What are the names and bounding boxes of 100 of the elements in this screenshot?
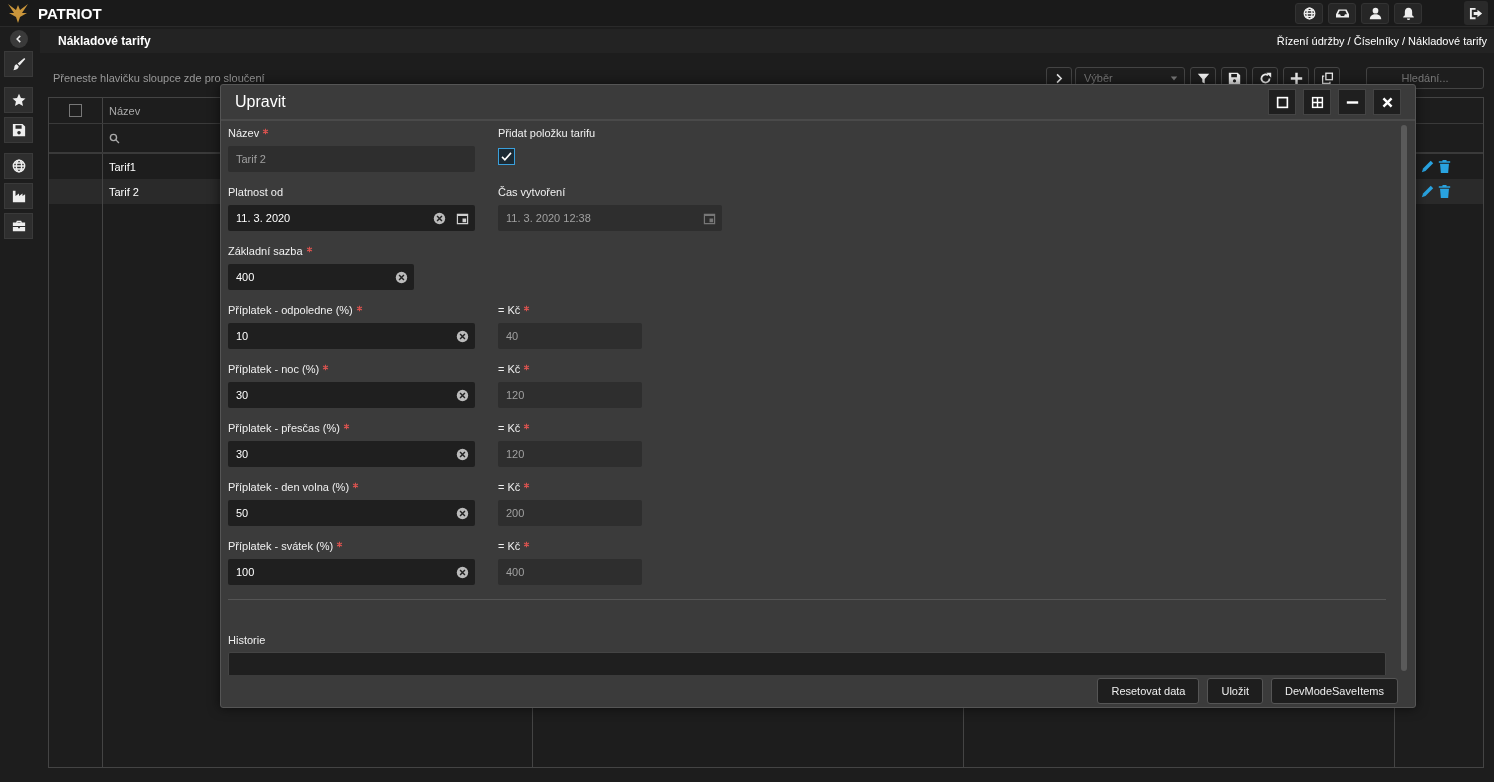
date-field[interactable]: 11. 3. 2020 [228, 205, 475, 231]
save-icon [11, 123, 26, 137]
breadcrumb: Řízení údržby / Číselníky / Nákladové tarify [1276, 35, 1487, 47]
clear-icon [456, 565, 469, 579]
search-icon [109, 132, 120, 144]
copy-icon [1320, 71, 1334, 85]
toolbox-icon [11, 219, 26, 233]
edit-button[interactable] [1421, 160, 1434, 173]
pencil-icon [1421, 185, 1434, 198]
required-icon [523, 364, 531, 371]
minimize-button[interactable] [1338, 89, 1366, 115]
required-icon [523, 541, 531, 548]
percent-field[interactable]: 30 [228, 382, 475, 408]
required-icon [523, 423, 531, 430]
edit-button[interactable] [1421, 185, 1434, 198]
select-all-checkbox[interactable] [69, 104, 82, 117]
save-icon [1227, 71, 1241, 85]
field-label: Základní sazba [228, 245, 303, 257]
field-label: Příplatek - noc (%) [228, 363, 320, 375]
group-hint: Přeneste hlavičku sloupce zde pro sloučení [52, 72, 266, 84]
star-icon [11, 93, 26, 107]
percent-field[interactable]: 10 [228, 323, 475, 349]
clear-icon [456, 388, 469, 402]
factory-icon [11, 189, 26, 203]
dialog-button[interactable]: Uložit [1207, 678, 1263, 704]
field-label: = Kč [498, 422, 521, 434]
theme-button[interactable] [4, 51, 33, 77]
inbox-button[interactable] [1328, 2, 1356, 24]
required-icon [352, 482, 360, 489]
dialog-button[interactable]: Resetovat data [1097, 678, 1200, 704]
percent-field[interactable]: 30 [228, 441, 475, 467]
scrollbar[interactable] [1401, 125, 1407, 671]
maximize-icon [1275, 95, 1289, 109]
refresh-icon [1258, 71, 1272, 85]
maximize-button[interactable] [1268, 89, 1296, 115]
required-icon [262, 128, 270, 135]
brush-icon [11, 57, 26, 71]
percent-field[interactable]: 50 [228, 500, 475, 526]
field-label: = Kč [498, 540, 521, 552]
required-icon [355, 305, 363, 312]
user-icon [1368, 6, 1382, 20]
pencil-icon [1421, 160, 1434, 173]
save-button[interactable] [4, 117, 33, 143]
close-button[interactable] [1373, 89, 1401, 115]
toolbox-button[interactable] [4, 213, 33, 239]
field-label: Název [228, 127, 260, 139]
favorites-button[interactable] [4, 87, 33, 113]
field-label: = Kč [498, 363, 521, 375]
user-button[interactable] [1361, 2, 1389, 24]
field-label: = Kč [498, 304, 521, 316]
tile-button[interactable] [1303, 89, 1331, 115]
bell-icon [1401, 6, 1415, 20]
trash-icon [1438, 160, 1451, 173]
page-title: Nákladové tarify [58, 34, 151, 48]
add-item-checkbox[interactable] [498, 148, 515, 165]
required-icon [523, 482, 531, 489]
field-label: Příplatek - den volna (%) [228, 481, 350, 493]
field-label: Příplatek - svátek (%) [228, 540, 334, 552]
trash-icon [1438, 185, 1451, 198]
required-icon [322, 364, 330, 371]
clear-icon [456, 447, 469, 461]
rate-field[interactable]: 400 [228, 264, 414, 290]
required-icon [336, 541, 344, 548]
field-label: Historie [228, 634, 267, 646]
notifications-button[interactable] [1394, 2, 1422, 24]
language-button[interactable] [1295, 2, 1323, 24]
dialog-title: Upravit [235, 93, 287, 111]
globe-icon [11, 159, 26, 173]
inbox-icon [1335, 6, 1349, 20]
delete-button[interactable] [1438, 185, 1451, 198]
filter-field[interactable] [109, 132, 120, 144]
logout-button[interactable] [1464, 1, 1488, 25]
check-icon [500, 150, 513, 163]
required-icon [523, 305, 531, 312]
logout-icon [1468, 5, 1484, 21]
factory-button[interactable] [4, 183, 33, 209]
clear-icon [433, 211, 446, 225]
clear-icon [395, 270, 408, 284]
required-icon [305, 246, 313, 253]
globe-icon [1302, 6, 1316, 20]
dialog-button[interactable]: DevModeSaveItems [1270, 678, 1398, 704]
delete-button[interactable] [1438, 160, 1451, 173]
calendar-icon [703, 211, 716, 225]
collapse-button[interactable] [9, 30, 28, 48]
field-label: = Kč [498, 481, 521, 493]
field-label: Příplatek - přesčas (%) [228, 422, 340, 434]
field-label: Přidat položku tarifu [498, 127, 596, 139]
calendar-icon [456, 211, 469, 225]
caret-icon [1170, 74, 1178, 82]
percent-field[interactable]: 100 [228, 559, 475, 585]
app-title: PATRIOT [38, 4, 102, 22]
globe-button[interactable] [4, 153, 33, 179]
field-label: Platnost od [228, 186, 284, 198]
clear-icon [456, 329, 469, 343]
field-label: Příplatek - odpoledne (%) [228, 304, 353, 316]
close-icon [1380, 95, 1394, 109]
clear-icon [456, 506, 469, 520]
tiles-icon [1310, 95, 1324, 109]
search-field[interactable]: Hledání... [1366, 67, 1484, 89]
required-icon [342, 423, 350, 430]
